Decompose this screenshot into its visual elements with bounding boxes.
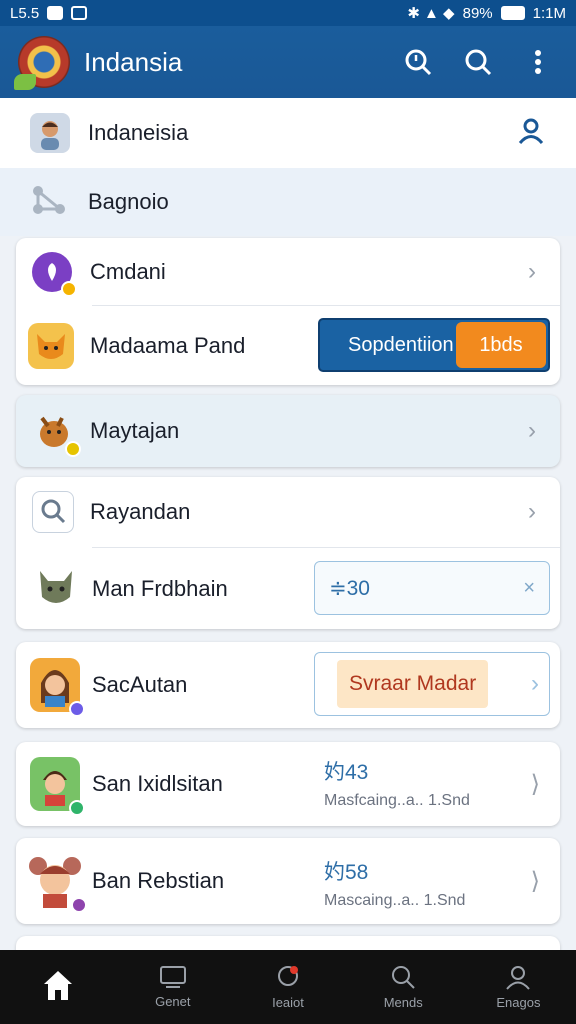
search-icon: [392, 966, 415, 989]
profile-name: Indaneisia: [88, 120, 189, 145]
chevron-right-icon: ›: [531, 670, 539, 697]
verified-badge-icon: [69, 701, 85, 717]
app-title: Indansia: [84, 46, 183, 77]
fox-app-icon: [28, 322, 74, 369]
stat-sub: Masfcaing..a.. 1.Snd: [324, 792, 470, 809]
squirrel-app-icon: [34, 410, 81, 457]
value-input[interactable]: ≑30 ×: [314, 561, 550, 615]
section-label: Bagnoio: [88, 189, 169, 214]
bottom-nav: Genet Ieaiot Mends Enagos: [0, 950, 576, 1024]
message-icon: [47, 6, 64, 20]
status-bar: L5.5 ✱ ▲ ◆ 89% 1:1M: [0, 0, 576, 26]
chat-icon: [278, 966, 298, 986]
app-logo: [14, 36, 70, 90]
verified-badge-icon: [69, 800, 85, 816]
nav-mends[interactable]: Mends: [346, 950, 461, 1024]
more-vert-icon[interactable]: [518, 42, 558, 82]
search-icon[interactable]: [458, 42, 498, 82]
profile-avatar: [30, 113, 70, 153]
action-button-label: Svraar Madar: [337, 660, 489, 708]
nav-label: Ieaiot: [272, 995, 304, 1010]
search-app-icon: [32, 491, 74, 533]
carrier-text: L5.5: [10, 4, 40, 22]
list-item-maytajan[interactable]: Maytajan ›: [16, 395, 560, 467]
display-icon: [159, 966, 186, 988]
mouse-avatar-icon: [28, 854, 87, 913]
nav-genet[interactable]: Genet: [115, 950, 230, 1024]
list-item-rayandan[interactable]: Rayandan ›: [16, 477, 560, 547]
stat-block: 妁58 Mascaing..a.. 1.Snd: [324, 856, 465, 910]
wolf-app-icon: [30, 563, 82, 615]
nav-home[interactable]: [0, 950, 115, 1024]
nav-ieaiot[interactable]: Ieaiot: [230, 950, 345, 1024]
badge-icon: [65, 441, 81, 457]
leaf-app-icon: [32, 251, 77, 297]
notification-icon: [71, 6, 88, 20]
divider: [92, 547, 560, 548]
input-value: ≑30: [329, 576, 370, 600]
verified-badge-icon: [71, 897, 87, 913]
chevron-right-icon: ›: [528, 498, 536, 525]
row-content: San Ixidlsitan 妁43 Masfcaing..a.. 1.Snd …: [16, 742, 560, 826]
stat-value: 妁43: [324, 761, 369, 784]
chevron-right-icon: ›: [528, 417, 536, 444]
app-bar: Indansia: [0, 26, 576, 98]
signal-icon: ✱ ▲ ◆: [407, 5, 455, 22]
item-label: Cmdani: [90, 258, 166, 284]
list-item-man[interactable]: Man Frdbhain ≑30 ×: [16, 549, 560, 629]
subscription-button-label: Sopdentiion: [348, 333, 454, 356]
stat-block: 妁43 Masfcaing..a.. 1.Snd: [324, 756, 470, 810]
zoom-search-icon[interactable]: [398, 42, 438, 82]
clear-icon[interactable]: ×: [523, 577, 535, 600]
row-content: Maytajan ›: [16, 395, 560, 467]
list-item-sachutan[interactable]: SacAutan Svraar Madar ›: [16, 642, 560, 728]
nav-enagos[interactable]: Enagos: [461, 950, 576, 1024]
list-item-cmdani[interactable]: Cmdani ›: [16, 238, 560, 305]
chevron-updown-icon[interactable]: ⟩: [531, 770, 540, 799]
network-icon: [30, 183, 70, 222]
subscription-button[interactable]: Sopdentiion 1bds: [318, 318, 550, 372]
person-icon[interactable]: [516, 116, 546, 151]
profile-icon: [506, 966, 531, 990]
battery-percent: 89%: [462, 4, 493, 22]
clock: 1:1M: [532, 4, 566, 22]
row-content: SacAutan Svraar Madar ›: [16, 642, 560, 728]
row-content: Ban Rebstian 妁58 Mascaing..a.. 1.Snd ⟩: [16, 838, 560, 924]
stat-sub: Mascaing..a.. 1.Snd: [324, 892, 466, 909]
section-header: Bagnoio: [0, 168, 576, 236]
count-badge: 1bds: [456, 322, 546, 368]
nav-label: Enagos: [496, 995, 541, 1010]
action-button[interactable]: Svraar Madar ›: [314, 652, 550, 716]
list-item-madaama[interactable]: Madaama Pand Sopdentiion 1bds: [16, 306, 560, 385]
chevron-right-icon: ›: [528, 257, 536, 285]
badge-icon: [61, 280, 77, 297]
item-label: Maytajan: [90, 418, 180, 443]
boy-avatar-icon: [30, 757, 85, 816]
stat-value: 妁58: [324, 861, 369, 884]
nav-label: Mends: [383, 995, 423, 1010]
item-label: Rayandan: [90, 499, 191, 524]
settings-group-1: Cmdani › Madaama Pand Sopdentiion 1bds: [16, 238, 560, 385]
girl-avatar-icon: [30, 658, 85, 717]
settings-group-2: Rayandan › Man Frdbhain ≑30 ×: [16, 477, 560, 629]
list-item-san[interactable]: San Ixidlsitan 妁43 Masfcaing..a.. 1.Snd …: [16, 742, 560, 826]
home-icon: [43, 970, 72, 1000]
nav-label: Genet: [155, 994, 191, 1009]
battery-icon: [500, 6, 525, 20]
list-item-ban[interactable]: Ban Rebstian 妁58 Mascaing..a.. 1.Snd ⟩: [16, 838, 560, 924]
chevron-updown-icon[interactable]: ⟩: [531, 867, 540, 896]
profile-row[interactable]: Indaneisia: [0, 98, 576, 168]
